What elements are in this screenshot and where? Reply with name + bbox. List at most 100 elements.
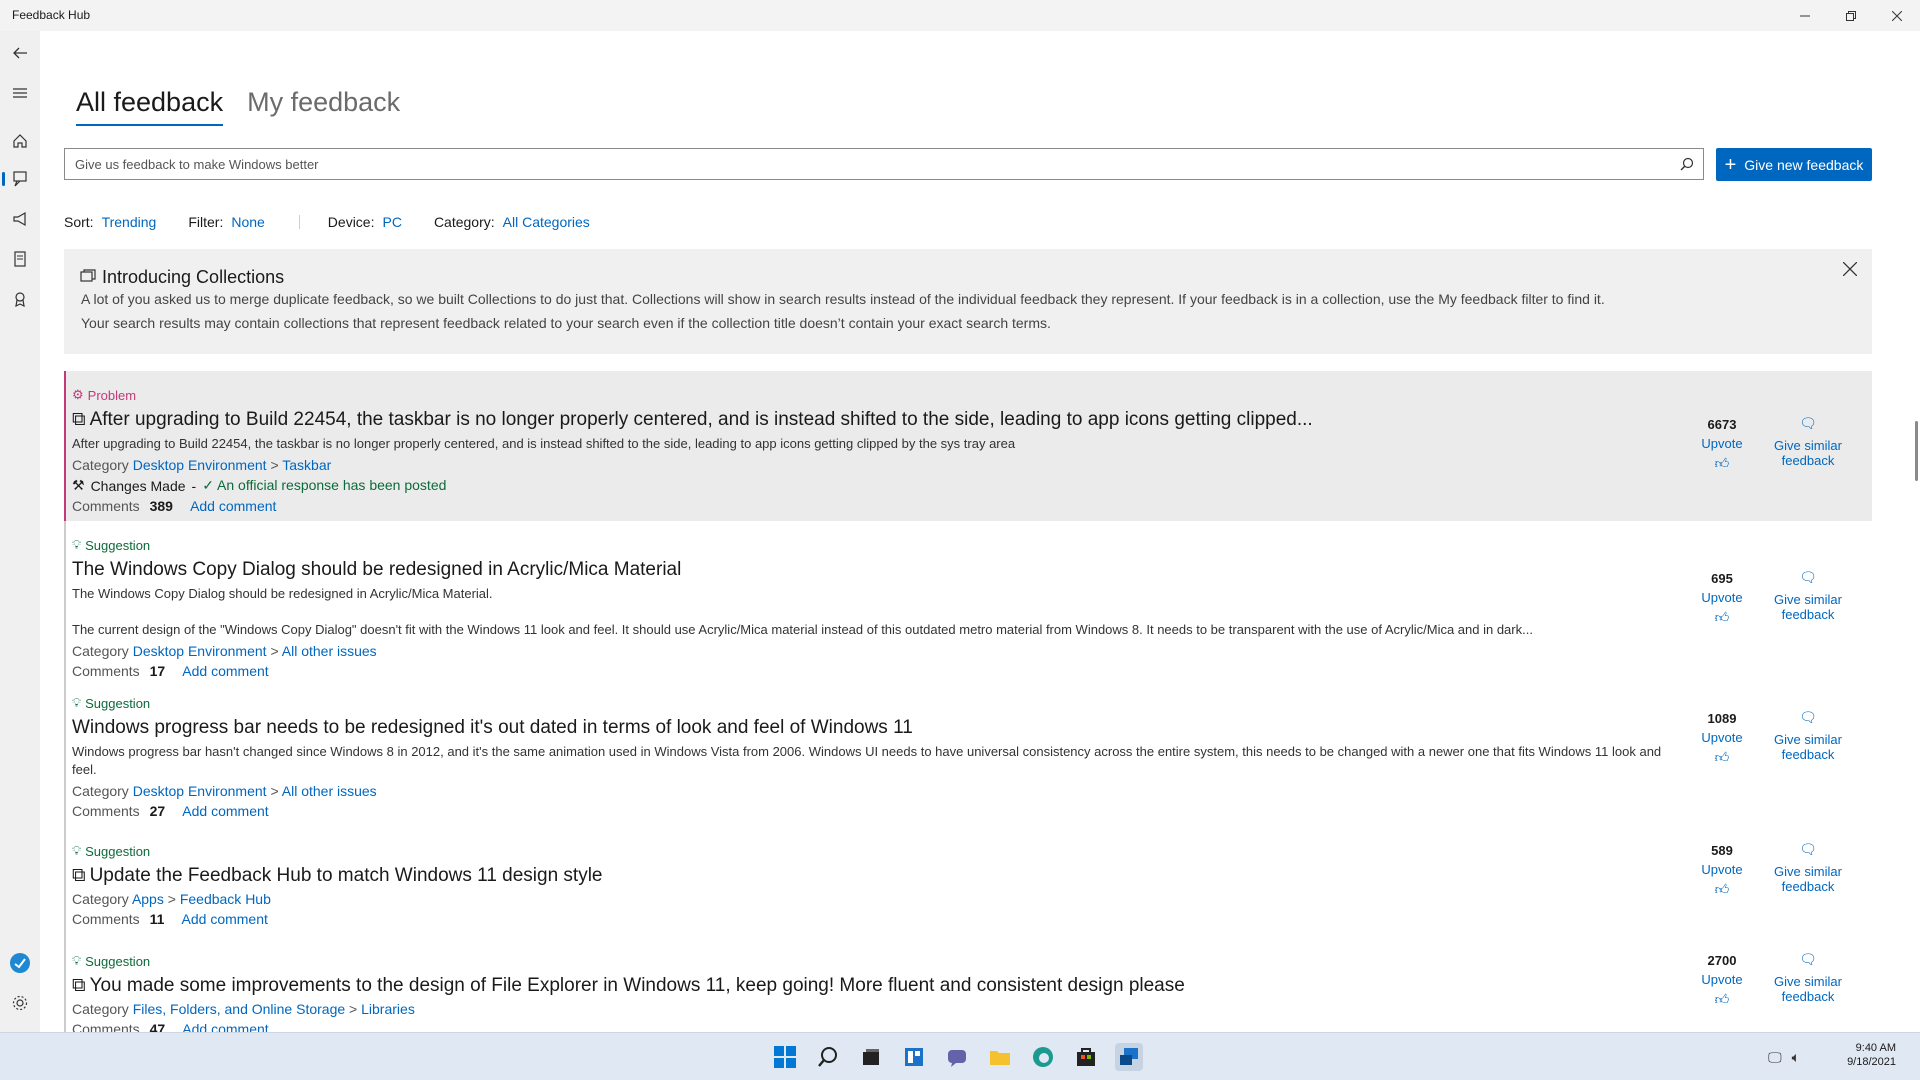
feedback-title[interactable]: Windows progress bar needs to be redesig…	[72, 717, 1872, 739]
feedback-hub-logo-icon	[10, 953, 30, 973]
filter-dropdown[interactable]: None	[231, 214, 264, 230]
subcategory-link[interactable]: Libraries	[361, 1001, 415, 1017]
feedback-type: 💡︎ Suggestion	[72, 679, 1872, 711]
nav-announcements[interactable]	[8, 207, 32, 231]
add-comment-link[interactable]: Add comment	[182, 803, 268, 819]
category-label: Category	[72, 891, 129, 907]
give-similar-feedback-button[interactable]: 🗨︎ Give similar feedback	[1768, 415, 1848, 468]
filter-bar: Sort: Trending Filter: None Device: PC C…	[64, 214, 590, 230]
give-similar-feedback-button[interactable]: 🗨︎ Give similar feedback	[1768, 951, 1848, 1004]
official-response-text: An official response has been posted	[217, 477, 447, 493]
banner-text-1: A lot of you asked us to merge duplicate…	[81, 291, 1605, 307]
feedback-title[interactable]: ⧉ After upgrading to Build 22454, the ta…	[72, 409, 1872, 431]
give-new-feedback-button[interactable]: + Give new feedback	[1716, 148, 1872, 181]
subcategory-link[interactable]: Feedback Hub	[180, 891, 271, 907]
search-icon[interactable]	[1679, 156, 1695, 172]
status-dash: -	[191, 477, 197, 494]
tab-my-feedback[interactable]: My feedback	[247, 87, 400, 126]
banner-close-button[interactable]	[1838, 257, 1862, 281]
upvote-button[interactable]: 1089 Upvote 👍︎	[1692, 711, 1752, 766]
feedback-card[interactable]: 💡︎ Suggestion ⧉ Update the Feedback Hub …	[64, 827, 1872, 937]
feedback-card[interactable]: ⚙ Problem ⧉ After upgrading to Build 224…	[64, 371, 1872, 521]
official-response-link[interactable]: ✓ An official response has been posted	[202, 477, 446, 494]
add-comment-link[interactable]: Add comment	[182, 663, 268, 679]
device-label: Device:	[327, 214, 375, 230]
subcategory-link[interactable]: Taskbar	[282, 457, 331, 473]
feedback-icon: 🗨︎	[1799, 951, 1817, 967]
add-comment-link[interactable]: Add comment	[182, 911, 268, 927]
menu-button[interactable]	[8, 81, 32, 105]
category-link[interactable]: Desktop Environment	[133, 783, 267, 799]
add-comment-link[interactable]: Add comment	[182, 1021, 268, 1032]
feedback-type-label: Suggestion	[85, 843, 151, 859]
file-explorer-button[interactable]	[986, 1043, 1014, 1071]
give-similar-label: feedback	[1781, 607, 1835, 622]
title-bar: Feedback Hub	[0, 0, 1920, 31]
edge-button[interactable]	[1029, 1043, 1057, 1071]
category-label: Category	[72, 783, 129, 799]
clock-date: 9/18/2021	[1847, 1056, 1896, 1068]
category-dropdown[interactable]: All Categories	[503, 214, 590, 230]
upvote-button[interactable]: 2700 Upvote 👍︎	[1692, 953, 1752, 1008]
category-link[interactable]: Apps	[132, 891, 164, 907]
lightbulb-icon: 💡︎	[72, 537, 82, 552]
filter-divider	[298, 215, 300, 229]
category-label: Category	[72, 643, 129, 659]
feedback-title[interactable]: ⧉ You made some improvements to the desi…	[72, 975, 1872, 997]
feedback-title[interactable]: The Windows Copy Dialog should be redesi…	[72, 559, 1872, 581]
nav-quests[interactable]	[8, 247, 32, 271]
nav-feedback[interactable]	[2, 167, 32, 191]
back-button[interactable]	[8, 41, 32, 65]
nav-achievements[interactable]	[8, 287, 32, 311]
subcategory-link[interactable]: All other issues	[282, 643, 377, 659]
feedback-card[interactable]: 💡︎ Suggestion Windows progress bar needs…	[64, 679, 1872, 827]
clock[interactable]: 9:40 AM 9/18/2021	[1847, 1041, 1896, 1069]
start-button[interactable]	[771, 1043, 799, 1071]
upvote-button[interactable]: 695 Upvote 👍︎	[1692, 571, 1752, 626]
close-window-button[interactable]	[1874, 0, 1920, 31]
give-similar-feedback-button[interactable]: 🗨︎ Give similar feedback	[1768, 709, 1848, 762]
add-comment-link[interactable]: Add comment	[190, 498, 276, 514]
collection-icon	[80, 269, 96, 282]
vote-count: 695	[1711, 571, 1733, 586]
minimize-button[interactable]	[1782, 0, 1828, 31]
give-similar-feedback-button[interactable]: 🗨︎ Give similar feedback	[1768, 841, 1848, 894]
thumbs-up-icon: 👍︎	[1714, 881, 1730, 897]
search-input[interactable]: Give us feedback to make Windows better	[64, 148, 1704, 180]
category-separator: >	[270, 643, 279, 659]
feedback-icon: 🗨︎	[1799, 841, 1817, 857]
feedback-hub-taskbar-button[interactable]	[1115, 1043, 1143, 1071]
upvote-button[interactable]: 589 Upvote 👍︎	[1692, 843, 1752, 898]
category-link[interactable]: Files, Folders, and Online Storage	[133, 1001, 345, 1017]
device-dropdown[interactable]: PC	[382, 214, 401, 230]
store-button[interactable]	[1072, 1043, 1100, 1071]
widgets-button[interactable]	[900, 1043, 928, 1071]
category-separator: >	[270, 783, 279, 799]
feedback-comments: Comments 11 Add comment	[72, 911, 1872, 927]
feedback-title-text: Update the Feedback Hub to match Windows…	[89, 865, 603, 886]
feedback-card[interactable]: 💡︎ Suggestion ⧉ You made some improvemen…	[64, 937, 1872, 1032]
lightbulb-icon: 💡︎	[72, 953, 82, 968]
scrollbar-thumb[interactable]	[1915, 421, 1918, 481]
category-link[interactable]: Desktop Environment	[133, 457, 267, 473]
feedback-type: 💡︎ Suggestion	[72, 521, 1872, 553]
settings-button[interactable]	[8, 991, 32, 1015]
give-similar-feedback-button[interactable]: 🗨︎ Give similar feedback	[1768, 569, 1848, 622]
give-similar-label: Give similar	[1774, 974, 1842, 989]
taskbar-search-button[interactable]	[814, 1043, 842, 1071]
chat-button[interactable]	[943, 1043, 971, 1071]
filter-label: Filter:	[188, 214, 224, 230]
tab-all-feedback[interactable]: All feedback	[76, 87, 224, 126]
category-link[interactable]: Desktop Environment	[133, 643, 267, 659]
task-view-button[interactable]	[857, 1043, 885, 1071]
subcategory-link[interactable]: All other issues	[282, 783, 377, 799]
upvote-button[interactable]: 6673 Upvote 👍︎	[1692, 417, 1752, 472]
restore-button[interactable]	[1828, 0, 1874, 31]
profile-button[interactable]	[8, 951, 32, 975]
status-text: Changes Made	[90, 477, 186, 494]
system-tray-icons[interactable]: 🖵︎ 🔈︎	[1768, 1049, 1800, 1066]
feedback-title[interactable]: ⧉ Update the Feedback Hub to match Windo…	[72, 865, 1872, 887]
sort-dropdown[interactable]: Trending	[102, 214, 157, 230]
feedback-card[interactable]: 💡︎ Suggestion The Windows Copy Dialog sh…	[64, 521, 1872, 679]
nav-home[interactable]	[8, 129, 32, 153]
